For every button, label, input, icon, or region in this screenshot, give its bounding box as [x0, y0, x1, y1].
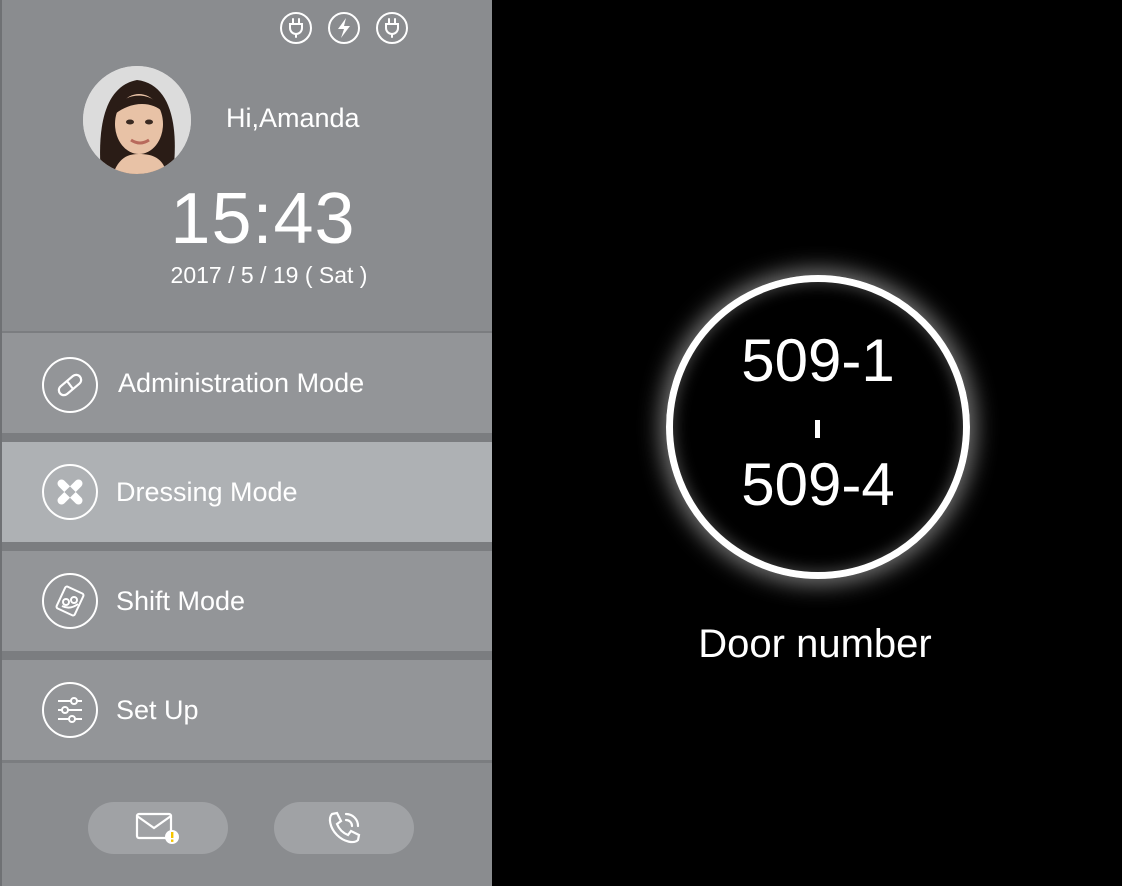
menu-item-dressing-mode[interactable]: Dressing Mode — [2, 442, 492, 542]
sidebar: Hi,Amanda 15:43 2017 / 5 / 19 ( Sat ) Ad… — [0, 0, 492, 886]
status-icons — [280, 12, 408, 44]
clock-time: 15:43 — [170, 179, 356, 259]
plug-icon — [280, 12, 312, 44]
menu-item-administration-mode[interactable]: Administration Mode — [2, 333, 492, 433]
lightning-icon — [328, 12, 360, 44]
door-number-to: 509-4 — [741, 451, 895, 518]
plug-icon — [376, 12, 408, 44]
menu-item-shift-mode[interactable]: Shift Mode — [2, 551, 492, 651]
handshake-icon — [42, 573, 98, 629]
clock-date: 2017 / 5 / 19 ( Sat ) — [170, 262, 368, 288]
greeting: Hi,Amanda — [226, 103, 360, 133]
door-range-separator — [815, 420, 820, 438]
mail-button[interactable] — [88, 802, 228, 854]
bandage-icon — [42, 464, 98, 520]
mail-alert-icon — [135, 812, 179, 844]
menu-label-dressing-mode: Dressing Mode — [116, 476, 298, 507]
menu-item-set-up[interactable]: Set Up — [2, 660, 492, 760]
menu-label-shift-mode: Shift Mode — [116, 585, 246, 616]
door-number-from: 509-1 — [741, 327, 895, 394]
phone-call-icon — [328, 811, 361, 844]
menu-label-set-up: Set Up — [116, 694, 199, 725]
call-button[interactable] — [274, 802, 414, 854]
door-number-label: Door number — [698, 622, 932, 666]
avatar[interactable] — [83, 66, 191, 174]
pill-icon — [42, 357, 98, 413]
sliders-icon — [42, 682, 98, 738]
menu-label-administration-mode: Administration Mode — [118, 367, 365, 398]
